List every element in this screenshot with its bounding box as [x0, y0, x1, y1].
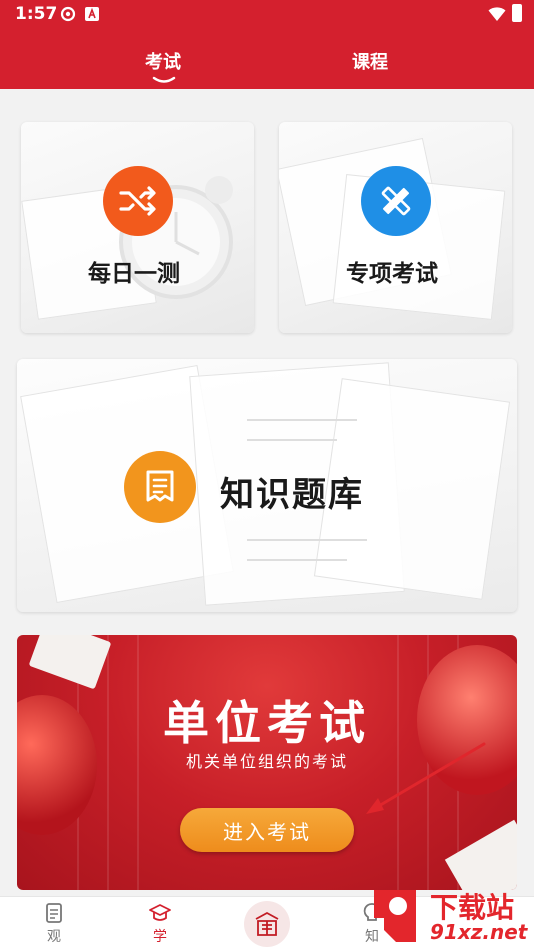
paper-decoration	[444, 819, 517, 890]
active-tab-indicator	[152, 76, 176, 83]
nav-item-home[interactable]	[244, 901, 290, 947]
watermark-logo-icon	[374, 890, 416, 942]
nav-label-learn: 学	[153, 929, 167, 945]
nav-item-learn[interactable]: 学	[130, 897, 190, 950]
nav-label-view: 观	[47, 929, 61, 945]
document-icon	[46, 903, 62, 923]
daily-test-card[interactable]: 每日一测	[21, 122, 254, 333]
tab-course[interactable]: 课程	[352, 48, 388, 74]
topic-exam-label: 专项考试	[346, 261, 438, 287]
seal-logo-icon	[255, 911, 279, 936]
status-time: 1:57	[15, 4, 58, 24]
graduation-cap-icon	[149, 904, 171, 921]
wifi-icon	[488, 7, 506, 21]
unit-exam-title: 单位考试	[163, 696, 371, 750]
sync-status-icon	[60, 6, 76, 22]
enter-exam-button[interactable]: 进入考试	[180, 808, 354, 852]
tab-exam[interactable]: 考试	[145, 48, 181, 74]
app-status-icon	[85, 7, 99, 21]
status-bar: 1:57	[0, 0, 534, 28]
battery-icon	[512, 4, 522, 22]
question-bank-label: 知识题库	[220, 475, 364, 515]
question-bank-card[interactable]: 知识题库	[17, 359, 517, 612]
pencil-ruler-icon	[361, 166, 431, 236]
shuffle-icon	[103, 166, 173, 236]
topic-exam-card[interactable]: 专项考试	[279, 122, 512, 333]
watermark-url: 91xz.net	[430, 920, 528, 944]
unit-exam-subtitle: 机关单位组织的考试	[185, 752, 348, 771]
text-line-decoration	[247, 559, 347, 561]
app-header: 1:57 考试 课程	[0, 0, 534, 89]
text-line-decoration	[247, 439, 337, 441]
nav-item-view[interactable]: 观	[24, 897, 84, 950]
text-line-decoration	[247, 539, 367, 541]
site-watermark: 下载站 91xz.net	[366, 884, 534, 950]
text-line-decoration	[247, 419, 357, 421]
document-list-icon	[124, 451, 196, 523]
paper-decoration	[28, 635, 112, 690]
unit-exam-banner: 单位考试 机关单位组织的考试 进入考试	[17, 635, 517, 890]
daily-test-label: 每日一测	[88, 261, 180, 287]
